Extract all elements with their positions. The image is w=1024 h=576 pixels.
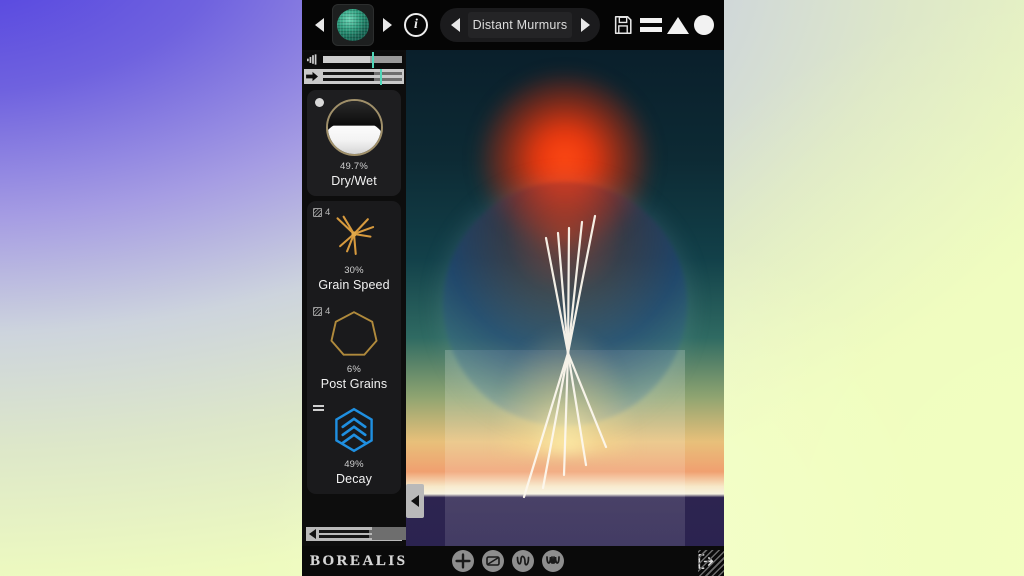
module-label: Grain Speed [318,278,390,292]
output-level-track[interactable] [323,52,402,68]
plugin-window: i Distant Murmurs 49.7% Dry/Wet 4 30% Gr… [302,0,724,576]
sine-wave-icon [516,555,529,566]
badge-count: 4 [325,306,331,317]
hex-chevron-icon [335,407,373,453]
module-post-grains[interactable]: 4 6% Post Grains [307,300,401,399]
floppy-disk-icon [614,15,632,35]
double-wave-icon [545,556,560,564]
module-value: 30% [344,265,364,276]
rack-footer [302,520,452,546]
preset-prev-button[interactable] [446,11,464,39]
preset-name-display[interactable]: Distant Murmurs [468,12,572,38]
preset-next-button[interactable] [576,11,594,39]
triangle-left-icon [314,18,324,32]
module-group: 4 30% Grain Speed 4 6% Post Grains 49% D… [307,201,401,494]
module-decay[interactable]: 49% Decay [307,399,401,494]
module-grain-speed[interactable]: 4 30% Grain Speed [307,201,401,300]
triangle-icon [667,16,689,34]
preset-thumbnail[interactable] [332,4,374,46]
bypass-led-icon[interactable] [315,98,324,107]
collapse-rack-button[interactable] [406,484,424,518]
module-value: 49% [344,459,364,470]
module-badge[interactable] [313,405,324,411]
plus-icon [454,553,471,569]
control-rack: 49.7% Dry/Wet 4 30% Grain Speed 4 6% Pos… [302,50,452,546]
brand-logo-button[interactable] [640,15,716,35]
modulation-marker [379,69,382,85]
triangle-left-icon[interactable] [309,529,316,539]
scroll-fill-top [319,530,369,533]
track-fill [323,56,371,63]
module-value: 49.7% [340,161,368,172]
save-preset-button[interactable] [610,12,636,38]
output-level-slider[interactable] [304,52,404,68]
modulator-buttons [451,550,564,572]
module-dry-wet[interactable]: 49.7% Dry/Wet [307,90,401,196]
speaker-volume-icon [306,54,319,65]
envelope-ramp-icon [485,556,500,566]
granular-visualizer[interactable] [406,50,724,546]
module-label: Post Grains [320,377,388,391]
track-fill-bottom [323,78,375,81]
resize-grip-icon[interactable] [698,550,724,576]
equals-icon [313,405,324,411]
envelope-modulator-button[interactable] [481,550,504,572]
starburst-icon [336,215,375,255]
circle-icon [694,15,714,35]
random-modulator-button[interactable] [541,550,564,572]
triangle-right-icon [382,18,392,32]
bottom-toolbar: BOREALIS [302,546,724,576]
info-button[interactable]: i [404,13,428,37]
preset-selector: Distant Murmurs [440,8,600,42]
bars-icon [640,18,662,32]
input-routing-slider[interactable] [304,69,404,85]
heptagon-icon [330,311,378,356]
main-body: 49.7% Dry/Wet 4 30% Grain Speed 4 6% Pos… [302,50,724,546]
next-preset-bank-button[interactable] [378,11,396,39]
module-list: 49.7% Dry/Wet 4 30% Grain Speed 4 6% Pos… [302,86,406,520]
triangle-right-icon [580,18,590,32]
sphere-thumbnail-icon [337,9,369,41]
module-badge[interactable]: 4 [313,306,330,317]
prev-preset-bank-button[interactable] [310,11,328,39]
badge-count: 4 [325,207,331,218]
module-label: Dry/Wet [331,174,377,188]
rack-horizontal-scrollbar[interactable] [306,527,452,541]
lfo-modulator-button[interactable] [511,550,534,572]
grain-rays [522,214,608,499]
module-badge[interactable]: 4 [313,207,330,218]
dry-wet-knob[interactable] [325,99,383,156]
scroll-fill-bottom [319,535,369,538]
add-modulator-button[interactable] [451,550,474,572]
arrow-right-icon [306,71,319,82]
grid-square-icon [313,208,322,217]
modulation-marker [371,52,374,68]
app-logo: BOREALIS [310,552,408,569]
top-toolbar: i Distant Murmurs [302,0,724,50]
grid-square-icon [313,307,322,316]
triangle-left-icon [450,18,460,32]
meter-section [302,50,406,86]
scroll-track[interactable] [319,527,452,540]
track-fill-top [323,72,375,75]
triangle-left-icon [411,495,419,507]
module-value: 6% [346,364,362,375]
module-label: Decay [336,472,372,486]
input-routing-track[interactable] [323,69,402,85]
